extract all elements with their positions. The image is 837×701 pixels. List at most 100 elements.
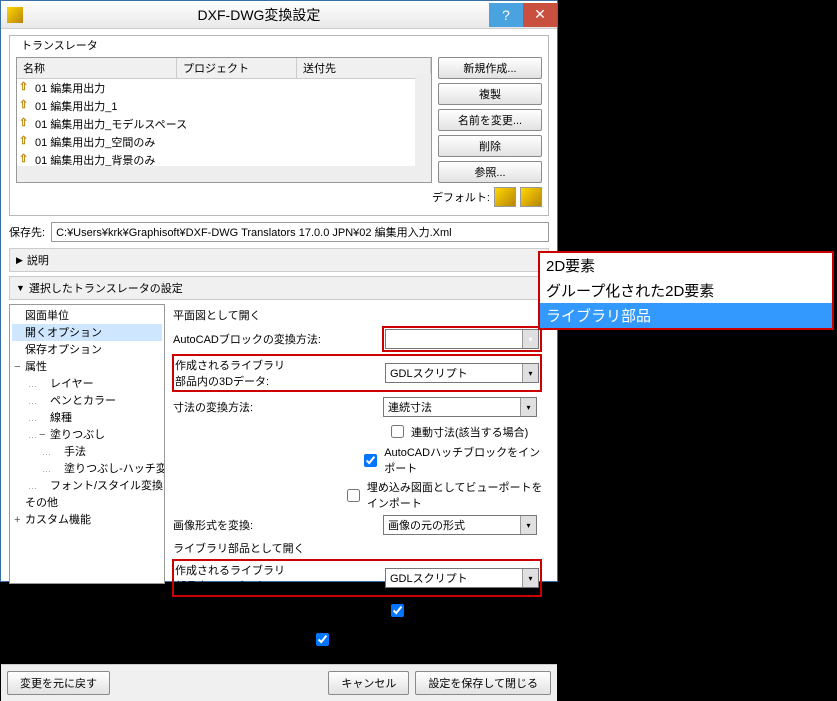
hatch-import-checkbox[interactable]: [364, 454, 377, 467]
chevron-down-icon: ▾: [522, 330, 538, 348]
default-out-icon[interactable]: [520, 187, 542, 207]
hatch-import-label: AutoCADハッチブロックをインポート: [384, 444, 549, 476]
category-plan: 平面図として開く: [173, 307, 549, 323]
browse-button[interactable]: 参照...: [438, 161, 542, 183]
chevron-down-icon: ▾: [520, 398, 536, 416]
dim-method-select[interactable]: 連続寸法 ▾: [383, 397, 537, 417]
lib3d1-select[interactable]: GDLスクリプト ▾: [385, 363, 539, 383]
tree-node-label: その他: [25, 497, 58, 509]
list-row[interactable]: ⇧01 編集用出力_モデルスペース: [17, 115, 431, 133]
list-row-label: 01 編集用出力: [35, 83, 105, 95]
tree-node[interactable]: 保存オプション: [12, 341, 162, 358]
dropdown-option-selected[interactable]: ライブラリ部品: [540, 303, 832, 328]
duplicate-button[interactable]: 複製: [438, 83, 542, 105]
default-in-icon[interactable]: [494, 187, 516, 207]
export-icon: ⇧: [19, 116, 33, 128]
chevron-down-icon: ▾: [522, 364, 538, 382]
assoc-dim-checkbox[interactable]: [391, 425, 404, 438]
lib3d1-label2: 部品内の3Dデータ:: [175, 373, 385, 389]
app-icon: [7, 7, 23, 23]
tree-node[interactable]: フォント/スタイル変換: [12, 477, 162, 494]
tree-node[interactable]: レイヤー: [12, 375, 162, 392]
lib3d1-label1: 作成されるライブラリ: [175, 357, 385, 373]
export-icon: ⇧: [19, 80, 33, 92]
dim-method-value: 連続寸法: [388, 399, 432, 415]
rename-button[interactable]: 名前を変更...: [438, 109, 542, 131]
tree-node[interactable]: 開くオプション: [12, 324, 162, 341]
tree-node[interactable]: ペンとカラー: [12, 392, 162, 409]
tree-node-label: 保存オプション: [25, 344, 102, 356]
chevron-down-icon: ▼: [16, 283, 25, 293]
chevron-right-icon: ▶: [16, 255, 23, 266]
tree-node-label: カスタム機能: [25, 514, 91, 526]
translator-list[interactable]: 名称 プロジェクト 送付先 ⇧01 編集用出力⇧01 編集用出力_1⇧01 編集…: [16, 57, 432, 183]
img-conv-value: 画像の元の形式: [388, 517, 465, 533]
tree-node[interactable]: 手法: [12, 443, 162, 460]
list-row-label: 01 編集用出力_1: [35, 101, 118, 113]
scrollbar-vertical[interactable]: [415, 74, 431, 182]
chevron-down-icon: ▾: [520, 516, 536, 534]
partial-open-checkbox[interactable]: [391, 604, 404, 617]
tree-node-label: ペンとカラー: [50, 395, 116, 407]
3dsolid-label: 3Dソリッド、リージョンおよびボディーをGDLオブジェクトに変換: [336, 623, 549, 655]
embed-viewport-label: 埋め込み図面としてビューポートをインポート: [367, 479, 549, 511]
tree-node-label: 塗りつぶし: [50, 429, 105, 441]
close-button[interactable]: ✕: [523, 3, 557, 27]
settings-tree[interactable]: 図面単位開くオプション保存オプション−属性レイヤーペンとカラー線種−塗りつぶし手…: [9, 304, 165, 584]
tree-node[interactable]: +カスタム機能: [12, 511, 162, 528]
tree-node[interactable]: −塗りつぶし: [12, 426, 162, 443]
dialog-window: DXF-DWG変換設定 ? ✕ トランスレータ 名称 プロジェクト 送付先 ⇧0…: [0, 0, 558, 582]
revert-button[interactable]: 変更を元に戻す: [7, 671, 110, 695]
assoc-dim-label: 連動寸法(該当する場合): [411, 424, 528, 440]
list-row-label: 01 編集用出力_空間のみ: [35, 137, 155, 149]
tree-node-label: 開くオプション: [25, 327, 102, 339]
section-selected-settings[interactable]: ▼ 選択したトランスレータの設定: [9, 276, 549, 300]
tree-node[interactable]: 図面単位: [12, 307, 162, 324]
block-method-value: ライブラリ部品: [390, 331, 467, 347]
collapse-icon[interactable]: −: [14, 362, 25, 374]
tree-node[interactable]: その他: [12, 494, 162, 511]
list-row[interactable]: ⇧01 編集用出力_1: [17, 97, 431, 115]
delete-button[interactable]: 削除: [438, 135, 542, 157]
new-button[interactable]: 新規作成...: [438, 57, 542, 79]
block-method-select[interactable]: ライブラリ部品 ▾: [385, 329, 539, 349]
tree-node[interactable]: −属性: [12, 358, 162, 375]
img-conv-select[interactable]: 画像の元の形式 ▾: [383, 515, 537, 535]
translator-legend: トランスレータ: [18, 37, 101, 53]
save-close-button[interactable]: 設定を保存して閉じる: [415, 671, 551, 695]
embed-viewport-checkbox[interactable]: [347, 489, 360, 502]
save-label: 保存先:: [9, 224, 45, 240]
3dsolid-checkbox[interactable]: [316, 633, 329, 646]
help-button[interactable]: ?: [489, 3, 523, 27]
section-sel-label: 選択したトランスレータの設定: [29, 280, 183, 296]
category-lib: ライブラリ部品として開く: [173, 540, 549, 556]
tree-node-label: 塗りつぶし-ハッチ変換: [64, 463, 165, 475]
block-method-dropdown: 2D要素 グループ化された2D要素 ライブラリ部品: [538, 251, 834, 330]
save-path-input[interactable]: [51, 222, 549, 242]
col-project[interactable]: プロジェクト: [177, 58, 297, 78]
lib3d1-value: GDLスクリプト: [390, 365, 468, 381]
col-dest[interactable]: 送付先: [297, 58, 431, 78]
dropdown-option[interactable]: 2D要素: [540, 253, 832, 278]
tree-node-label: 線種: [50, 412, 72, 424]
col-name[interactable]: 名称: [17, 58, 177, 78]
list-row[interactable]: ⇧01 編集用出力: [17, 79, 431, 97]
export-icon: ⇧: [19, 98, 33, 110]
lib3d2-select[interactable]: GDLスクリプト ▾: [385, 568, 539, 588]
list-row-label: 01 編集用出力_モデルスペース: [35, 119, 187, 131]
settings-form: 平面図として開く AutoCADブロックの変換方法: ライブラリ部品 ▾ 作成さ…: [173, 304, 549, 658]
img-conv-label: 画像形式を変換:: [173, 517, 383, 533]
tree-node[interactable]: 塗りつぶし-ハッチ変換: [12, 460, 162, 477]
section-description[interactable]: ▶ 説明: [9, 248, 549, 272]
dim-method-label: 寸法の変換方法:: [173, 399, 383, 415]
lib3d2-label1: 作成されるライブラリ: [175, 562, 385, 578]
list-row[interactable]: ⇧01 編集用出力_空間のみ: [17, 133, 431, 151]
cancel-button[interactable]: キャンセル: [328, 671, 409, 695]
dropdown-option[interactable]: グループ化された2D要素: [540, 278, 832, 303]
tree-node[interactable]: 線種: [12, 409, 162, 426]
partial-open-label: 部分オープンを有効: [411, 603, 509, 619]
collapse-icon[interactable]: −: [39, 430, 50, 442]
titlebar: DXF-DWG変換設定 ? ✕: [1, 1, 557, 29]
expand-icon[interactable]: +: [14, 515, 25, 527]
scrollbar-horizontal[interactable]: [17, 166, 415, 182]
